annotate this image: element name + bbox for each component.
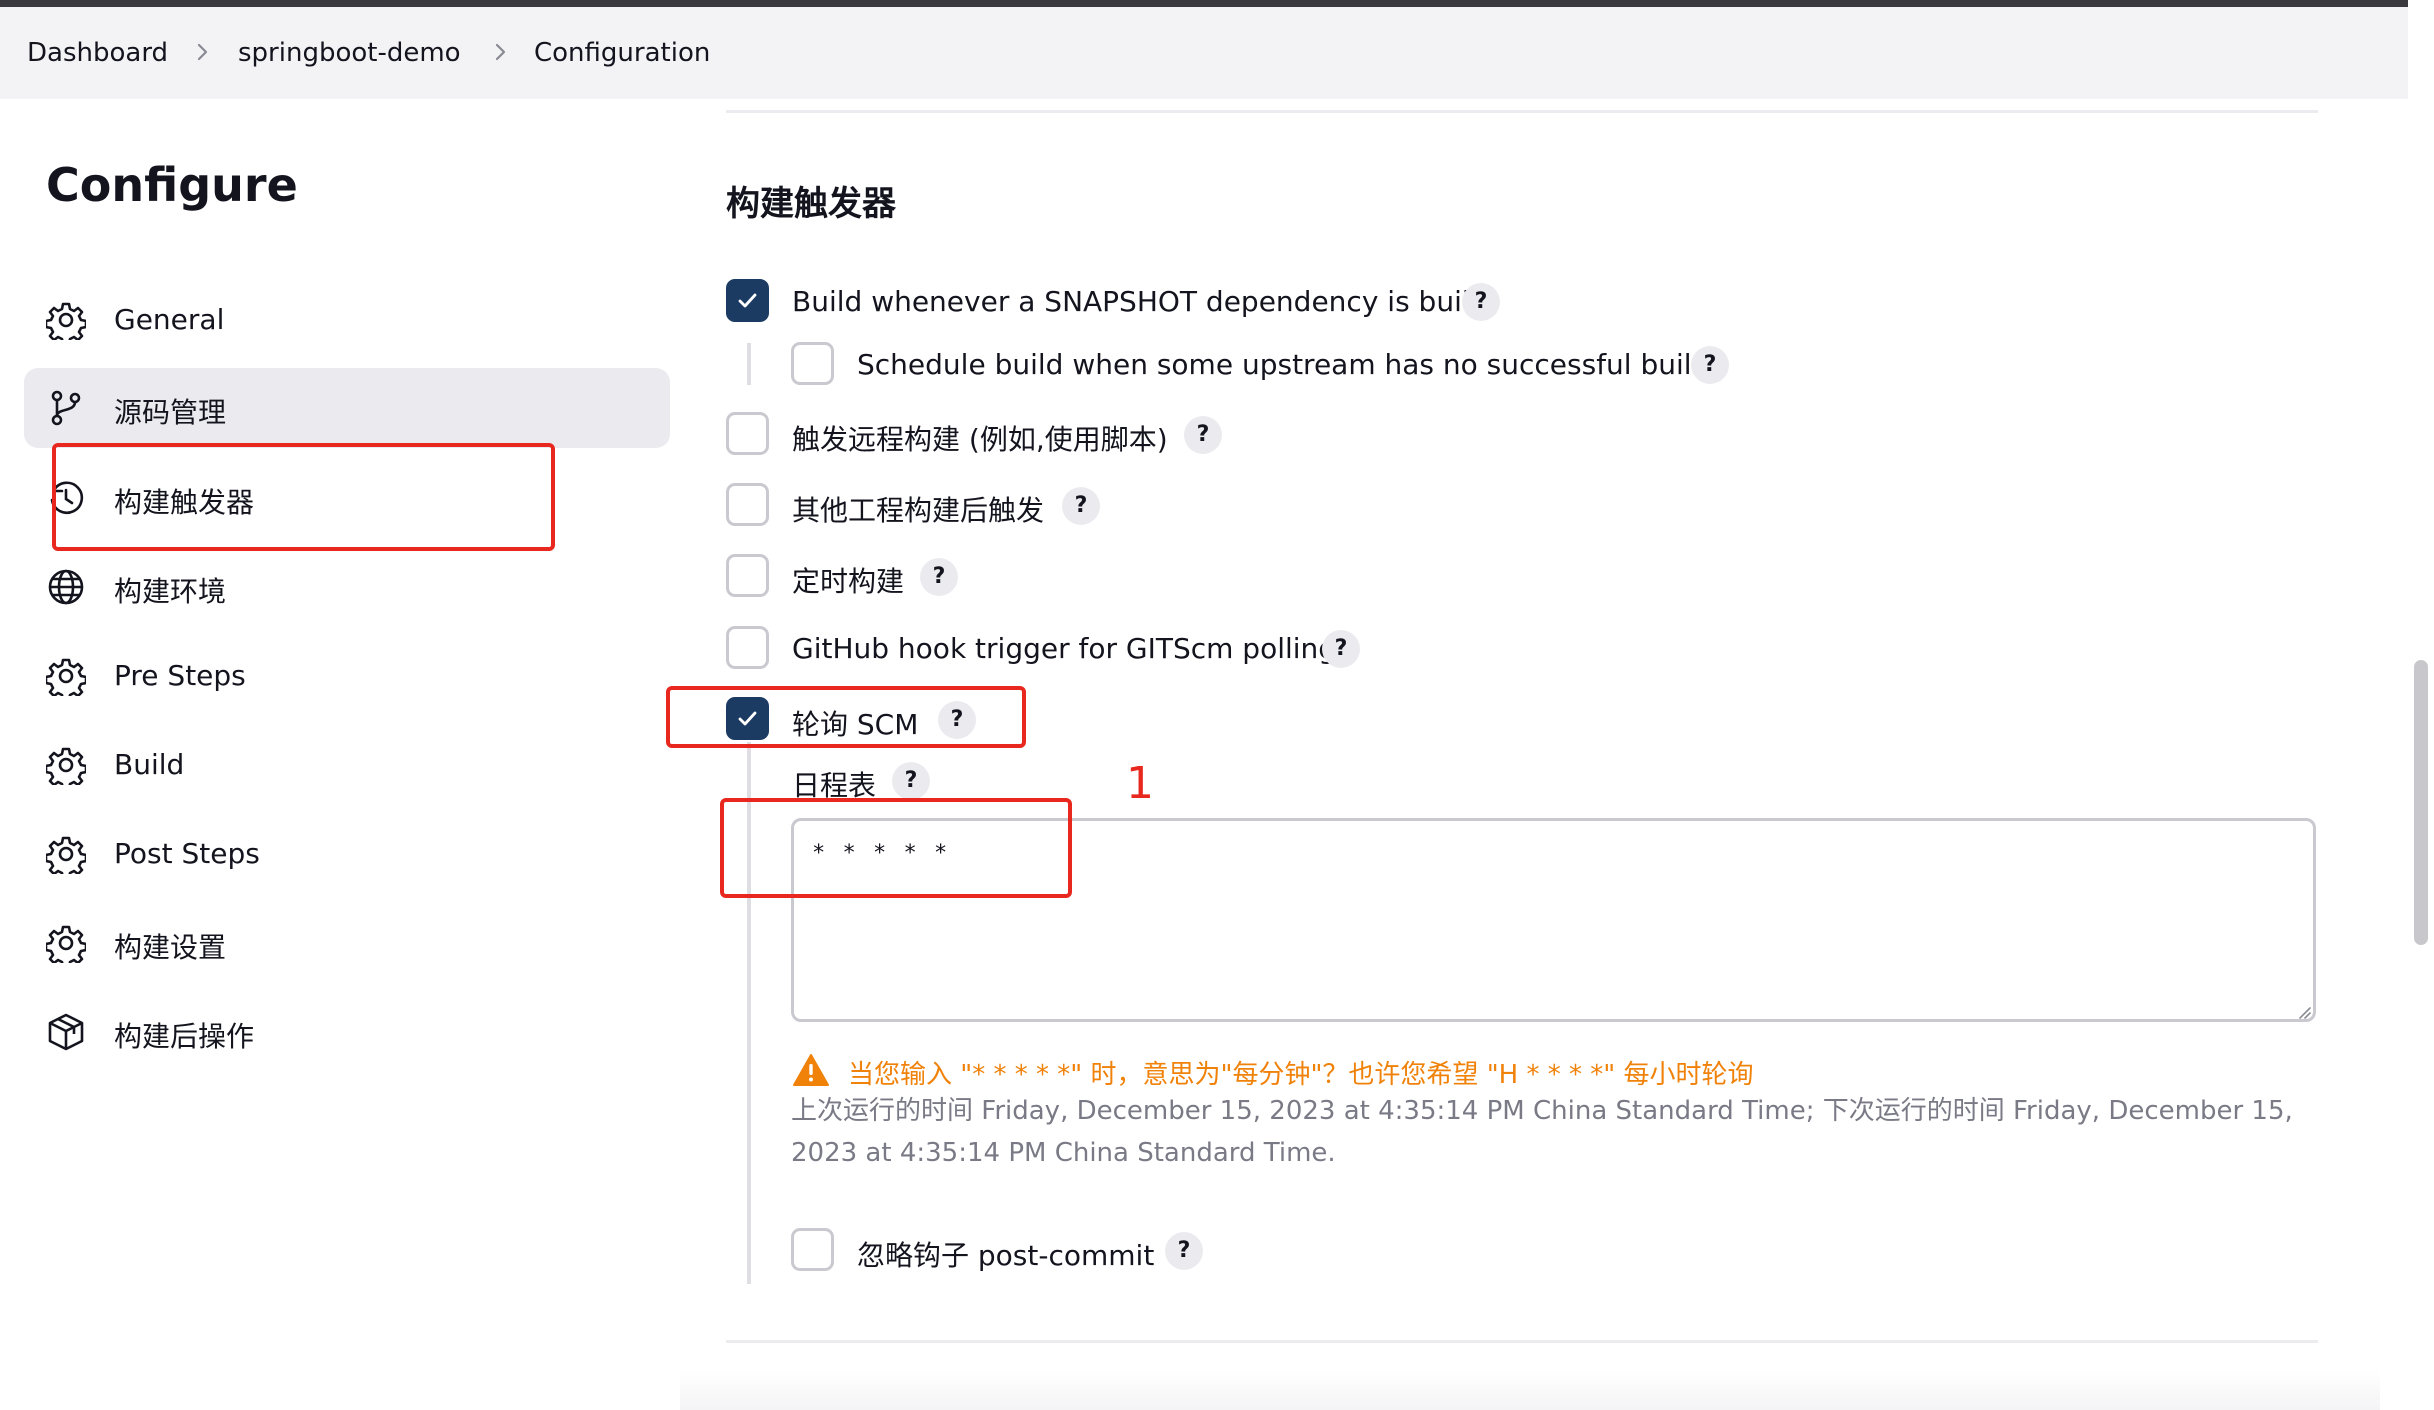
breadcrumb-configuration[interactable]: Configuration <box>534 38 710 68</box>
trigger-after-other: 其他工程构建后触发 ? <box>726 483 1326 529</box>
sidebar-item-general[interactable]: General <box>24 280 670 360</box>
chevron-right-icon <box>488 40 512 64</box>
sidebar-item-label: 源码管理 <box>114 396 227 429</box>
sidebar-item-label: 构建后操作 <box>114 1020 255 1053</box>
highlight-box-poll-scm <box>666 686 1026 748</box>
annotation-number: 1 <box>1126 758 1154 809</box>
schedule-run-info: 上次运行的时间 Friday, December 15, 2023 at 4:3… <box>791 1096 2293 1168</box>
remote-checkbox[interactable] <box>726 412 769 455</box>
upstream-checkbox[interactable] <box>791 342 834 385</box>
help-icon[interactable]: ? <box>1165 1232 1203 1270</box>
sidebar-item-label: Post Steps <box>114 837 260 870</box>
highlight-box-schedule <box>720 798 1072 898</box>
help-icon[interactable]: ? <box>1462 283 1500 321</box>
warning-text: 当您输入 "* * * * *" 时，意思为"每分钟"？也许您希望 "H * *… <box>848 1060 1754 1090</box>
resize-grip-icon[interactable] <box>2296 1004 2312 1020</box>
sidebar-item-label: General <box>114 303 225 336</box>
sidebar-item-build-settings[interactable]: 构建设置 <box>24 903 670 983</box>
trigger-ignore-post-commit: 忽略钩子 post-commit ? <box>791 1228 1391 1274</box>
breadcrumb-project[interactable]: springboot-demo <box>238 38 461 68</box>
sidebar-item-build[interactable]: Build <box>24 725 670 805</box>
help-icon[interactable]: ? <box>1184 416 1222 454</box>
after-other-label: 其他工程构建后触发 <box>792 494 1045 527</box>
sidebar-item-label: 构建环境 <box>114 575 227 608</box>
sidebar-item-label: Pre Steps <box>114 659 246 692</box>
periodic-label: 定时构建 <box>792 565 905 598</box>
footer-shadow <box>680 1370 2380 1410</box>
help-icon[interactable]: ? <box>920 558 958 596</box>
trigger-snapshot: Build whenever a SNAPSHOT dependency is … <box>726 279 1526 325</box>
breadcrumb-dashboard[interactable]: Dashboard <box>27 38 168 68</box>
snapshot-checkbox[interactable] <box>726 279 769 322</box>
ignore-post-commit-checkbox[interactable] <box>791 1228 834 1271</box>
help-icon[interactable]: ? <box>892 762 930 800</box>
trigger-remote: 触发远程构建 (例如,使用脚本) ? <box>726 412 1326 458</box>
upstream-label: Schedule build when some upstream has no… <box>857 348 1724 381</box>
nested-guide-line <box>747 343 751 385</box>
sidebar-item-post-build[interactable]: 构建后操作 <box>24 992 670 1072</box>
highlight-box-build-triggers-nav <box>52 443 555 551</box>
chevron-right-icon <box>190 40 214 64</box>
github-hook-label: GitHub hook trigger for GITScm polling <box>792 632 1337 665</box>
gear-icon <box>44 745 88 791</box>
github-hook-checkbox[interactable] <box>726 626 769 669</box>
trigger-upstream: Schedule build when some upstream has no… <box>791 342 1741 388</box>
sidebar-item-pre-steps[interactable]: Pre Steps <box>24 636 670 716</box>
scrollbar-thumb[interactable] <box>2414 660 2428 945</box>
after-other-checkbox[interactable] <box>726 483 769 526</box>
window-top-strip <box>0 0 2434 7</box>
page-title: Configure <box>46 158 298 212</box>
section-title: 构建触发器 <box>726 184 896 224</box>
breadcrumb: Dashboard springboot-demo Configuration <box>0 7 2408 99</box>
periodic-checkbox[interactable] <box>726 554 769 597</box>
help-icon[interactable]: ? <box>1691 346 1729 384</box>
remote-label: 触发远程构建 (例如,使用脚本) <box>792 423 1168 456</box>
section-divider <box>726 110 2318 113</box>
trigger-periodic: 定时构建 ? <box>726 554 1326 600</box>
sidebar-item-scm[interactable]: 源码管理 <box>24 368 670 448</box>
warning-icon <box>792 1052 830 1088</box>
package-icon <box>46 1012 86 1052</box>
section-divider <box>726 1340 2318 1343</box>
snapshot-label: Build whenever a SNAPSHOT dependency is … <box>792 285 1481 318</box>
gear-icon <box>44 923 88 969</box>
help-icon[interactable]: ? <box>1062 487 1100 525</box>
globe-icon <box>46 567 86 607</box>
gear-icon <box>44 834 88 880</box>
gear-icon <box>44 656 88 702</box>
git-branch-icon <box>46 388 86 428</box>
check-icon <box>738 293 757 308</box>
help-icon[interactable]: ? <box>1322 630 1360 668</box>
sidebar-item-build-env[interactable]: 构建环境 <box>24 547 670 627</box>
gear-icon <box>44 300 88 346</box>
sidebar-item-label: Build <box>114 748 185 781</box>
sidebar-item-post-steps[interactable]: Post Steps <box>24 814 670 894</box>
trigger-github-hook: GitHub hook trigger for GITScm polling ? <box>726 626 1426 672</box>
sidebar-item-label: 构建设置 <box>114 931 227 964</box>
ignore-post-commit-label: 忽略钩子 post-commit <box>857 1239 1155 1272</box>
